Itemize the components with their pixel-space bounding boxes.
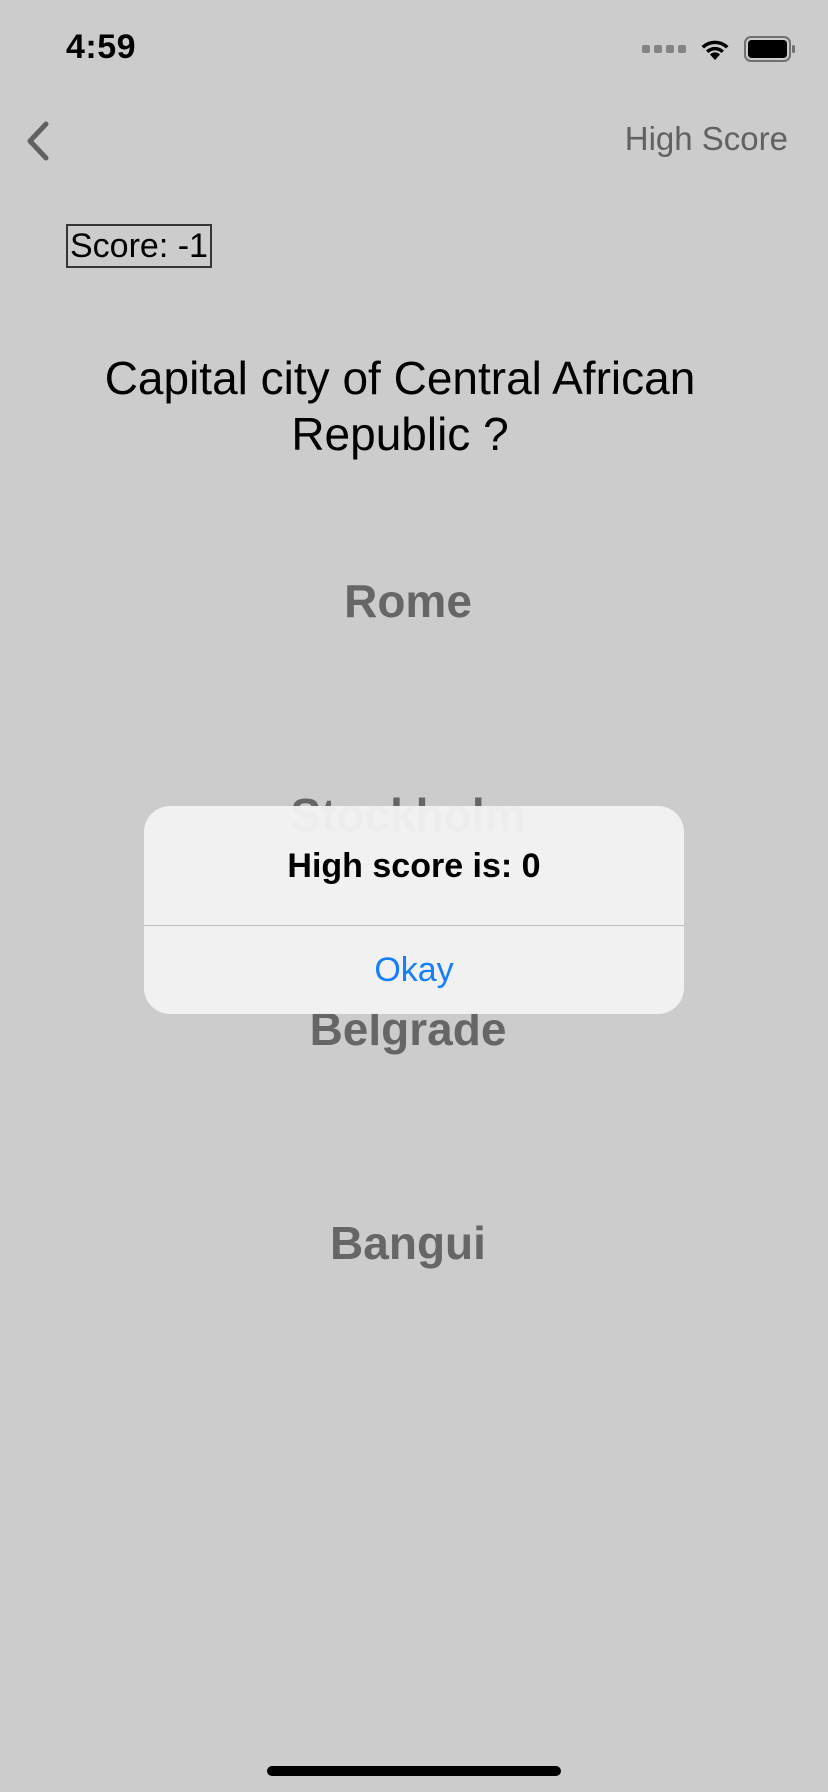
high-score-alert: High score is: 0 Okay [144, 806, 684, 1014]
alert-title: High score is: 0 [287, 846, 541, 885]
okay-button[interactable]: Okay [144, 926, 684, 1014]
quiz-screen: 4:59 High Score Score: -1 Capital city o… [0, 0, 828, 1792]
home-indicator[interactable] [267, 1766, 561, 1776]
